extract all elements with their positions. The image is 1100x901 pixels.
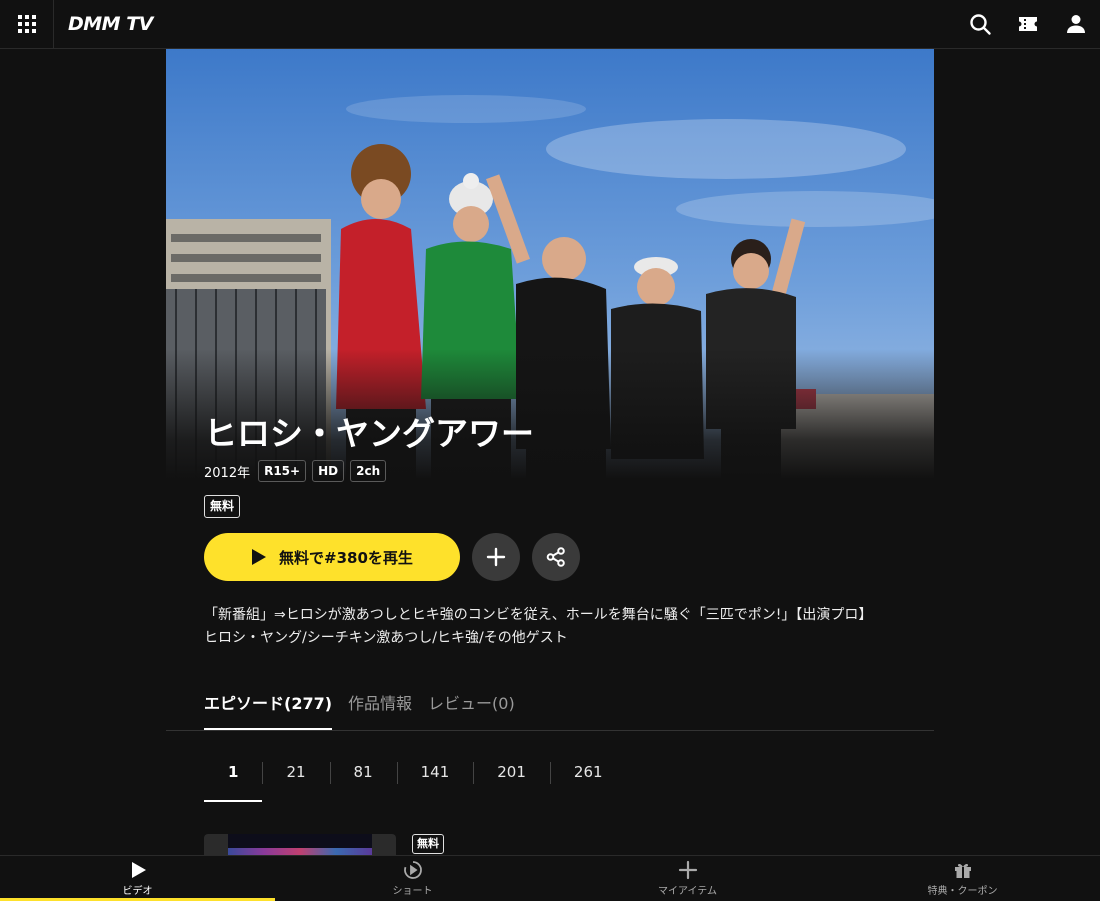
gift-icon [954,863,971,878]
ticket-icon [1019,17,1037,31]
program-description: 「新番組」⇒ヒロシが激あつしとヒキ強のコンビを従え、ホールを舞台に騒ぐ「三匹でポ… [204,604,904,650]
range-21[interactable]: 21 [262,758,329,802]
range-1[interactable]: 1 [204,758,263,802]
release-year: 2012年 [204,465,251,481]
nav-benefits-label: 特典・クーポン [927,885,998,897]
play-button-label: 無料で#380を再生 [279,548,413,567]
nav-short[interactable]: ショート [275,856,550,900]
play-icon [252,549,267,565]
quality-badge: HD [312,460,345,482]
detail-tabs: エピソード(277) 作品情報 レビュー(0) [204,690,515,730]
ticket-button[interactable] [1016,12,1040,36]
range-141[interactable]: 141 [396,758,474,802]
user-icon [1067,15,1085,33]
nav-my-items[interactable]: マイアイテム [550,856,825,900]
nav-video-label: ビデオ [122,885,153,897]
audio-badge: 2ch [350,460,387,482]
tab-program-info[interactable]: 作品情報 [348,690,412,730]
range-201[interactable]: 201 [473,758,550,802]
episode-thumbnail[interactable] [204,834,396,856]
nav-benefits-coupons[interactable]: 特典・クーポン [825,856,1100,900]
play-free-button[interactable]: 無料で#380を再生 [204,533,460,581]
rating-badge: R15+ [258,460,307,482]
short-play-icon [403,860,422,879]
episode-range-selector: 1 21 81 141 201 261 [204,758,627,802]
range-81[interactable]: 81 [329,758,397,802]
play-icon [131,861,146,878]
grid-menu-button[interactable] [0,0,54,48]
plus-icon [486,547,506,567]
share-button[interactable] [532,533,580,581]
account-button[interactable] [1064,12,1088,36]
top-header: DMM TV [0,0,1100,49]
range-261[interactable]: 261 [549,758,627,802]
description-line-2: ヒロシ・ヤング/シーチキン激あつし/ヒキ強/その他ゲスト [204,630,568,646]
description-line-1: 「新番組」⇒ヒロシが激あつしとヒキ強のコンビを従え、ホールを舞台に騒ぐ「三匹でポ… [204,607,873,623]
plus-icon [678,860,697,879]
tab-reviews[interactable]: レビュー(0) [428,690,515,730]
share-icon [546,547,565,567]
tab-episodes[interactable]: エピソード(277) [204,690,333,730]
grid-menu-icon [17,15,36,33]
dmm-tv-logo[interactable]: DMM TV [68,12,153,36]
nav-my-items-label: マイアイテム [658,885,717,897]
program-title: ヒロシ・ヤングアワー [204,414,534,453]
program-meta: 2012年 R15+ HD 2ch [204,460,387,482]
bottom-navigation: ビデオ ショート マイアイテム 特典・クーポン [0,855,1100,901]
add-to-list-button[interactable] [472,533,520,581]
free-badge: 無料 [204,495,241,518]
nav-video[interactable]: ビデオ [0,856,275,901]
search-button[interactable] [968,12,992,36]
nav-short-label: ショート [392,885,433,897]
search-icon [970,14,991,35]
tabs-divider [166,730,934,731]
episode-free-badge: 無料 [412,834,444,854]
